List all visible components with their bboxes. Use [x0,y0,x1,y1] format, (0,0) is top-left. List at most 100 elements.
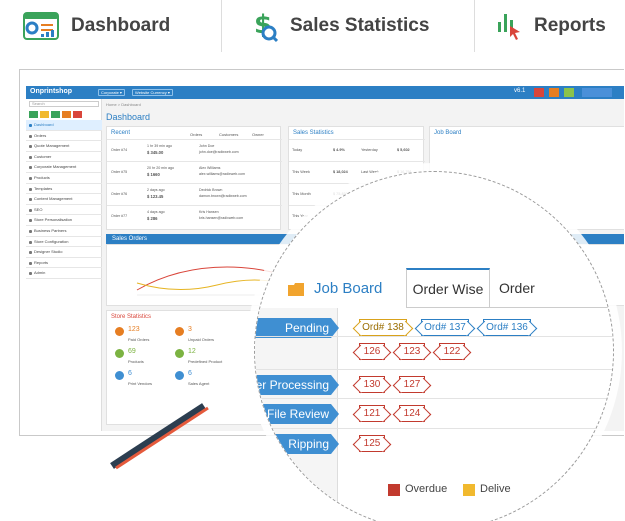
cart-icon[interactable] [549,88,559,97]
stat-icon [175,327,184,336]
sidebar-item[interactable]: Store Personalisation [26,215,102,226]
order-tag[interactable]: 122 [439,343,465,360]
sales-lv: $ 4.9% [333,148,345,152]
feature-tabs: Dashboard $ Sales Statistics Reports [0,0,625,52]
order-tag[interactable]: 126 [359,343,385,360]
order-tag[interactable]: Ord# 138 [359,319,407,336]
stat-label: Unpaid Orders [188,337,215,342]
recent-name: Alex Williams [199,166,221,170]
recent-amount: $ 345.00 [147,150,164,155]
store-stat: 6 Sales Agent [175,370,230,391]
sidebar-search-input[interactable]: Search [29,101,99,107]
recent-time: 20 hr 20 min ago [147,166,174,170]
order-tag-label: 123 [403,346,421,357]
tab-dashboard[interactable]: Dashboard [0,0,222,52]
sidebar-item[interactable]: Customer [26,152,102,163]
status-label-rder-processing[interactable]: rder Processing [254,375,339,395]
sidebar-item[interactable]: Products [26,173,102,184]
money-search-icon: $ [254,10,278,43]
status-label-ripping[interactable]: Ripping [259,434,339,454]
recent-tab-owner[interactable]: Owner [252,132,264,137]
order-tag-label: 122 [443,346,461,357]
order-tag[interactable]: 130 [359,376,385,393]
recent-email: damon.brown@radixweb.com [199,194,247,198]
settings-icon[interactable] [564,88,574,97]
legend-swatch [388,484,400,496]
corporate-select[interactable]: Corporate ▾ [98,89,125,96]
order-tag[interactable]: 127 [399,376,425,393]
recent-tab-orders[interactable]: Orders [190,132,202,137]
sidebar-item[interactable]: Business Partners [26,226,102,237]
job-board-magnifier: Job Board Order Wise Order Pending Ord# 1… [254,171,614,521]
sales-rv: $ 5,602 [397,148,410,152]
recent-time: 4 days ago [147,210,165,214]
recent-row[interactable]: Order #74 1 hr 39 min ago $ 345.00 John Doe… [107,139,282,161]
tab-order[interactable]: Order [493,268,563,308]
legend-swatch [463,484,475,496]
recent-time: 1 hr 39 min ago [147,144,172,148]
sidebar-item[interactable]: Quote Management [26,141,102,152]
legend-label: Delive [480,483,511,495]
row-divider [255,369,613,370]
tab-sales-statistics[interactable]: $ Sales Statistics [222,0,475,52]
bar-chart-cursor-icon [498,14,520,40]
recent-id: Order #74 [111,148,128,152]
sidebar-item[interactable]: Content Management [26,194,102,205]
order-tag-label: Ord# 138 [362,322,404,333]
recent-title: Recent [111,130,131,136]
order-tag[interactable]: 121 [359,405,385,422]
recent-email: john.doe@radixweb.com [199,150,239,154]
job-board-mini-title: Job Board [434,130,462,136]
order-tag[interactable]: 125 [359,435,385,452]
currency-select[interactable]: Website Currency ▾ [132,89,173,96]
order-tag[interactable]: 123 [399,343,425,360]
sidebar-item[interactable]: Reports [26,258,102,269]
job-board-title: Job Board [314,280,383,297]
row-divider [255,336,613,337]
stat-value: 3 [188,326,192,333]
app-topbar: Onprintshop Corporate ▾ Website Currency… [26,86,624,99]
sidebar-item[interactable]: Store Configuration [26,237,102,248]
recent-amount: $ 1660 [147,172,160,177]
order-tag[interactable]: 124 [399,405,425,422]
shortcut-icon[interactable] [40,111,49,118]
recent-tab-customers[interactable]: Customers [219,132,238,137]
sidebar-item[interactable]: Dashboard [26,120,102,131]
tab-sales-statistics-label: Sales Statistics [290,15,430,36]
shortcut-icon[interactable] [62,111,71,118]
tab-reports[interactable]: Reports [475,0,625,52]
order-tag[interactable]: Ord# 137 [421,319,469,336]
sidebar-item[interactable]: Orders [26,131,102,142]
sidebar-item[interactable]: Designer Studio [26,247,102,258]
tab-reports-label: Reports [534,15,606,36]
sidebar-nav: Dashboard Orders Quote Management Customer C… [26,120,102,279]
breadcrumb: Home > Dashboard [106,102,141,107]
shortcut-icon[interactable] [73,111,82,118]
sidebar-item[interactable]: Corporate Management [26,162,102,173]
tab-divider [406,307,613,308]
stat-label: Predefined Product [188,359,223,364]
store-statistics-title: Store Statistics [111,314,152,320]
sales-orders-title: Sales Orders [112,236,148,242]
order-tag-label: 126 [363,346,381,357]
user-menu[interactable] [582,88,612,97]
recent-name: Kris Hansen [199,210,219,214]
sidebar-item[interactable]: Admin [26,268,102,279]
recent-name: Dedrick Brown [199,188,223,192]
status-label-file-review[interactable]: File Review [254,404,339,424]
stat-icon [175,349,184,358]
order-tag-label: Ord# 137 [424,322,466,333]
order-tag[interactable]: Ord# 136 [483,319,531,336]
order-tag-label: 124 [403,408,421,419]
notification-icon[interactable] [534,88,544,97]
sidebar-item[interactable]: SEO [26,205,102,216]
recent-time: 2 days ago [147,188,165,192]
shortcut-icon[interactable] [29,111,38,118]
sidebar-item[interactable]: Templates [26,184,102,195]
status-label-pending[interactable]: Pending [254,318,339,338]
dashboard-icon [23,12,59,40]
pencil-decoration [110,403,209,470]
tab-order-wise[interactable]: Order Wise [406,268,490,308]
shortcut-icon[interactable] [51,111,60,118]
page-title: Dashboard [106,112,151,122]
